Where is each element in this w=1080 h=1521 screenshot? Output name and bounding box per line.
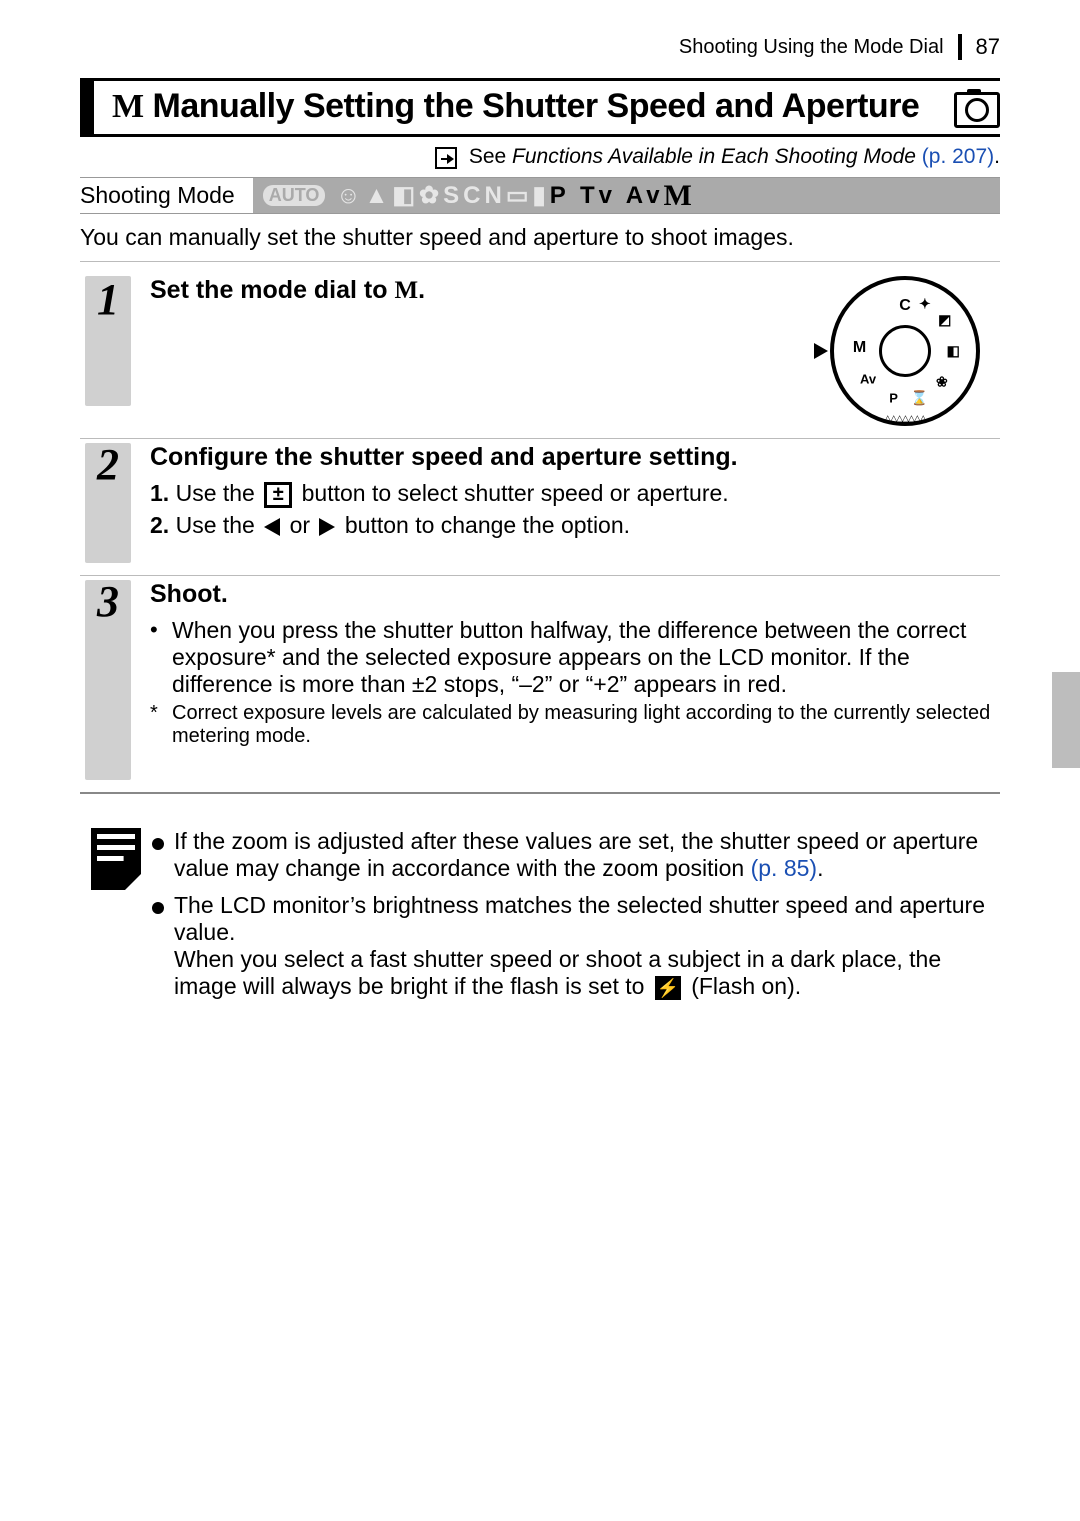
step-1-heading: Set the mode dial to M. <box>150 276 425 418</box>
page-heading: M Manually Setting the Shutter Speed and… <box>112 87 1000 126</box>
dial-label-c: C <box>899 297 911 315</box>
sub1-num: 1. <box>150 480 169 506</box>
mode-stitch-icon: ▭ <box>506 181 533 210</box>
dial-label-av: Av <box>860 372 876 387</box>
see-page-ref[interactable]: (p. 207) <box>916 145 994 168</box>
mode-glyph-m: M <box>112 88 144 125</box>
heading-text: Manually Setting the Shutter Speed and A… <box>153 87 920 125</box>
sub2-text-mid: or <box>283 512 316 538</box>
right-arrow-icon <box>319 518 335 536</box>
memo-icon-col <box>80 828 152 1010</box>
see-also-line: See Functions Available in Each Shooting… <box>80 145 1000 169</box>
step-2-sub-1: 1. Use the button to select shutter spee… <box>150 480 1000 508</box>
step-number-col: 3 <box>80 580 136 780</box>
notice-2-text-c: (Flash on). <box>685 973 801 999</box>
dial-pointer-icon <box>814 343 828 359</box>
step-1-heading-pre: Set the mode dial to <box>150 276 394 304</box>
info-notice: If the zoom is adjusted after these valu… <box>80 818 1000 1010</box>
step-number-col: 1 <box>80 276 136 406</box>
see-trailing: . <box>994 145 1000 168</box>
dial-label-ic1: ⌛ <box>910 389 927 406</box>
step-2-heading: Configure the shutter speed and aperture… <box>150 443 1000 472</box>
sub2-text-b: button to change the option. <box>338 512 630 538</box>
step-number-1: 1 <box>85 276 131 406</box>
step-number-3: 3 <box>85 580 131 780</box>
mode-ptvav: P Tv Av <box>550 182 664 210</box>
step-1-mode-glyph: M <box>394 277 418 304</box>
sub1-text-a: Use the <box>176 480 262 506</box>
mode-movie-icon: ▮ <box>533 181 550 210</box>
flash-on-icon: ⚡ <box>655 976 681 1000</box>
mode-portrait-icon: ☺ <box>325 182 364 210</box>
arrow-icon <box>435 147 457 169</box>
sub1-text-b: button to select shutter speed or apertu… <box>295 480 728 506</box>
intro-text: You can manually set the shutter speed a… <box>80 224 1000 262</box>
step-number-2: 2 <box>85 443 131 563</box>
step-3-bullet: When you press the shutter button halfwa… <box>150 617 1000 698</box>
page-number: 87 <box>958 34 1000 60</box>
dial-label-ic2: ❀ <box>936 374 948 391</box>
step-3: 3 Shoot. When you press the shutter butt… <box>80 580 1000 794</box>
step-2-sub-2: 2. Use the or button to change the optio… <box>150 512 1000 539</box>
notice-item-2: The LCD monitor’s brightness matches the… <box>152 892 1000 1000</box>
mode-night-icon: ◧ <box>392 181 419 210</box>
memo-icon <box>91 828 141 890</box>
sub2-text-a: Use the <box>176 512 262 538</box>
notice-1-page-ref[interactable]: (p. 85) <box>751 855 817 881</box>
see-link-text[interactable]: Functions Available in Each Shooting Mod… <box>512 145 916 168</box>
camera-icon <box>954 92 1000 128</box>
shooting-mode-bar: Shooting Mode AUTO ☺ ▲ ◧ ✿ SCN ▭ ▮ P Tv … <box>80 177 1000 214</box>
step-3-footnote: Correct exposure levels are calculated b… <box>150 702 1000 748</box>
step-2: 2 Configure the shutter speed and apertu… <box>80 443 1000 576</box>
notice-1-text-a: If the zoom is adjusted after these valu… <box>174 828 978 881</box>
left-arrow-icon <box>264 518 280 536</box>
step-3-heading: Shoot. <box>150 580 1000 609</box>
title-block: M Manually Setting the Shutter Speed and… <box>80 78 1000 137</box>
mode-landscape-icon: ▲ <box>365 182 393 210</box>
mode-special-icon: ✿ <box>419 181 443 210</box>
see-prefix: See <box>469 145 512 168</box>
dial-label-ic5: ✦ <box>919 296 931 313</box>
dial-label-p: P <box>889 390 898 405</box>
shooting-mode-icons: AUTO ☺ ▲ ◧ ✿ SCN ▭ ▮ P Tv Av M <box>253 178 1000 213</box>
exposure-button-icon <box>264 482 292 508</box>
thumb-tab <box>1052 672 1080 768</box>
dial-label-ic3: ◧ <box>947 343 960 360</box>
step-1-heading-post: . <box>418 276 425 304</box>
dial-label-ic4: ◩ <box>938 311 951 328</box>
shooting-mode-label: Shooting Mode <box>80 178 253 213</box>
step-1: 1 Set the mode dial to M. C M Av P ⌛ ❀ ◧… <box>80 276 1000 439</box>
mode-auto-icon: AUTO <box>263 185 326 206</box>
mode-dial-icon: C M Av P ⌛ ❀ ◧ ◩ ✦ △△△△△△△ <box>830 276 980 426</box>
notice-2-text-a: The LCD monitor’s brightness matches the… <box>174 892 985 945</box>
notice-1-text-b: . <box>817 855 823 881</box>
page: Shooting Using the Mode Dial 87 M Manual… <box>0 0 1080 1070</box>
dial-label-m: M <box>853 339 866 357</box>
step-number-col: 2 <box>80 443 136 563</box>
notice-item-1: If the zoom is adjusted after these valu… <box>152 828 1000 882</box>
section-title: Shooting Using the Mode Dial <box>679 36 958 59</box>
notice-2-text-b: When you select a fast shutter speed or … <box>174 946 941 999</box>
running-header: Shooting Using the Mode Dial 87 <box>80 34 1000 60</box>
sub2-num: 2. <box>150 512 169 538</box>
mode-scn-icon: SCN <box>443 182 506 210</box>
mode-dial-diagram: C M Av P ⌛ ❀ ◧ ◩ ✦ △△△△△△△ <box>830 276 1000 426</box>
mode-m-active: M <box>664 179 696 213</box>
dial-serration: △△△△△△△ <box>884 413 925 424</box>
